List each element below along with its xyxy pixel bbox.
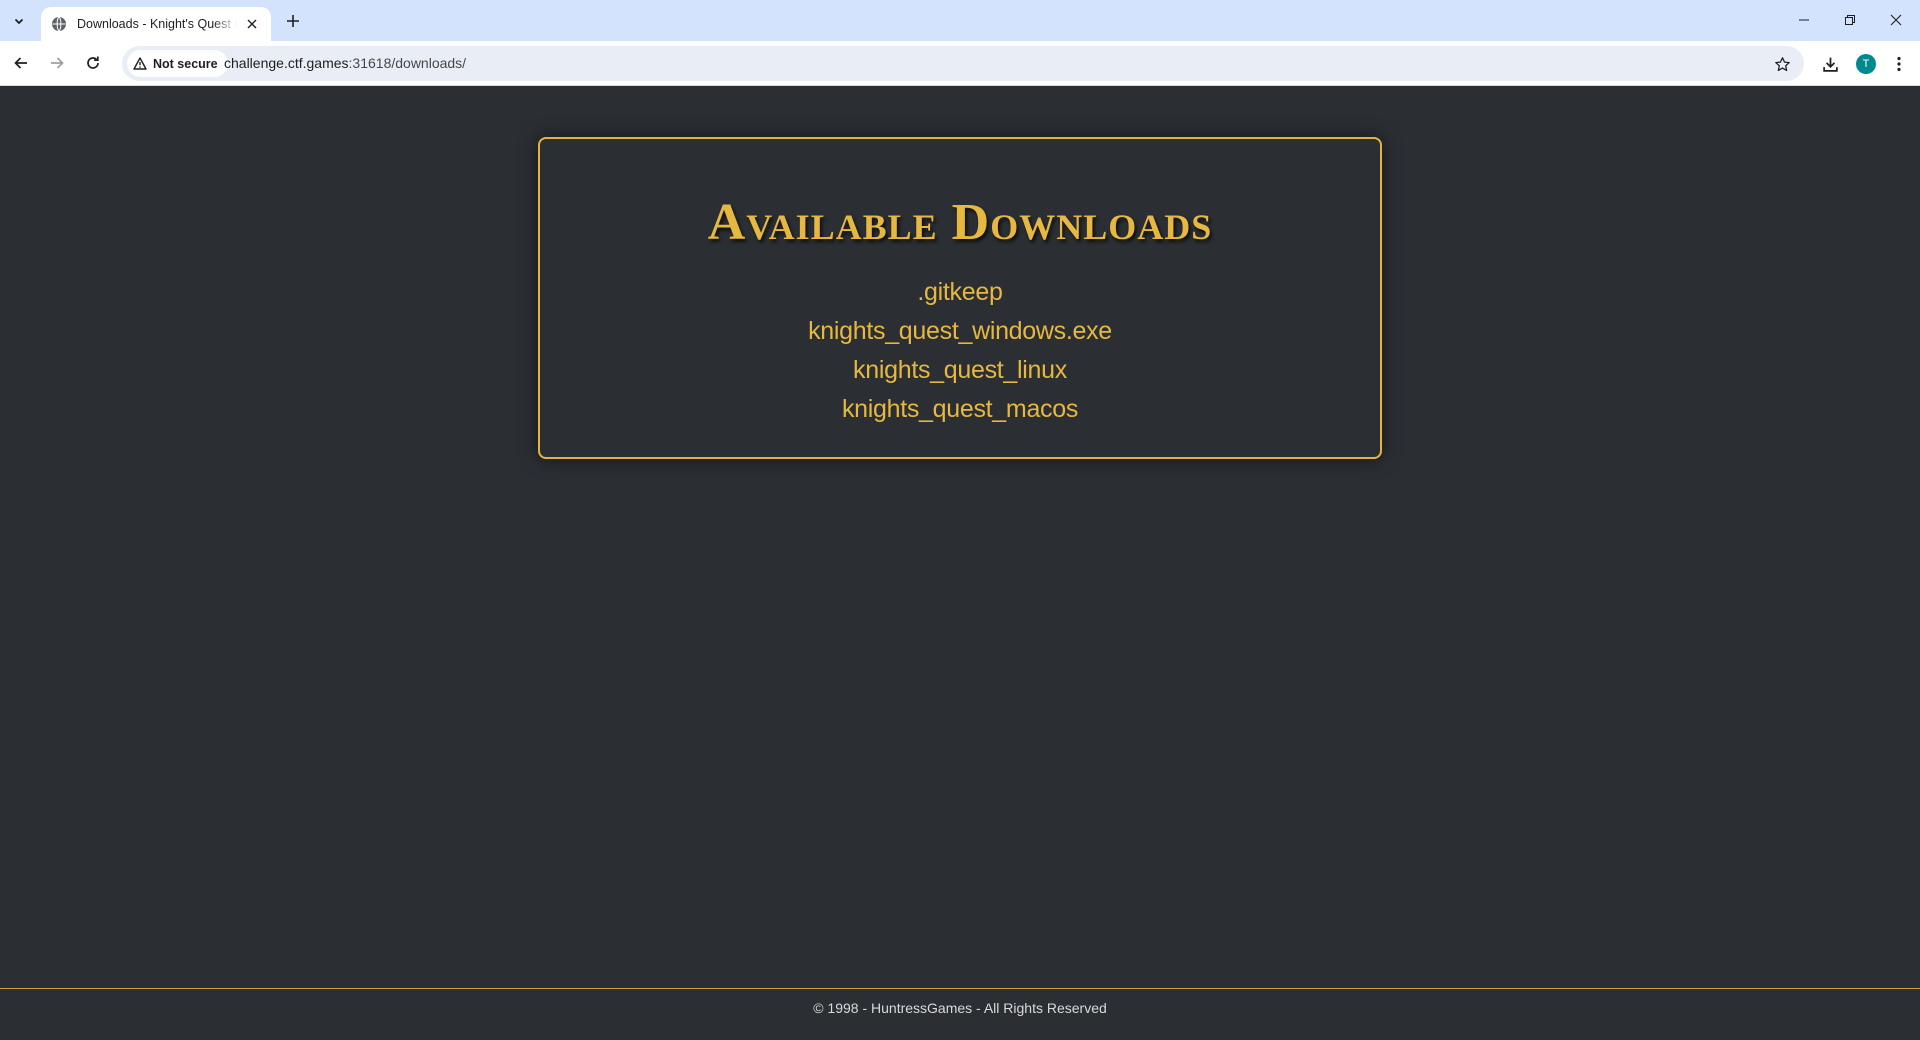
tab-title: Downloads - Knight's Quest CTF [77,17,237,31]
download-link-linux[interactable]: knights_quest_linux [853,356,1067,384]
bookmark-button[interactable] [1770,52,1794,76]
list-item: knights_quest_macos [540,390,1380,429]
new-tab-button[interactable] [281,9,305,33]
security-label: Not secure [153,56,218,71]
forward-button[interactable] [42,48,72,78]
list-item: .gitkeep [540,273,1380,312]
page-footer: © 1998 - HuntressGames - All Rights Rese… [0,988,1920,1040]
close-icon [1890,14,1902,26]
address-bar[interactable]: Not secure challenge.ctf.games:31618/dow… [122,46,1804,81]
warning-icon [133,57,147,70]
security-indicator[interactable]: Not secure [127,50,228,77]
list-item: knights_quest_linux [540,351,1380,390]
page-title: Available Downloads [707,194,1213,251]
download-link-macos[interactable]: knights_quest_macos [842,395,1078,423]
browser-toolbar: Not secure challenge.ctf.games:31618/dow… [0,41,1920,86]
minimize-button[interactable] [1780,0,1828,40]
url-path: :31618/downloads/ [348,55,467,71]
list-item: knights_quest_windows.exe [540,312,1380,351]
downloads-button[interactable] [1815,49,1845,79]
active-tab[interactable]: Downloads - Knight's Quest CTF [41,7,271,41]
back-arrow-icon [14,57,27,69]
downloads-panel: Available Downloads .gitkeep knights_que… [538,137,1382,459]
download-icon [1822,57,1838,72]
copyright-text: © 1998 - HuntressGames - All Rights Rese… [813,1000,1107,1016]
chevron-down-icon [14,18,24,25]
tab-strip: Downloads - Knight's Quest CTF [0,0,1920,41]
tab-search-button[interactable] [7,9,31,33]
globe-icon [51,16,67,32]
close-icon [247,19,257,29]
restore-button[interactable] [1826,0,1874,40]
close-tab-button[interactable] [243,15,261,33]
star-icon [1774,56,1790,71]
back-button[interactable] [6,48,36,78]
download-list: .gitkeep knights_quest_windows.exe knigh… [540,273,1380,429]
minimize-icon [1799,19,1809,21]
url-text[interactable]: challenge.ctf.games:31618/downloads/ [224,46,466,81]
reload-icon [87,56,99,69]
reload-button[interactable] [78,48,108,78]
forward-arrow-icon [51,57,64,69]
profile-button[interactable]: T [1851,49,1881,79]
kebab-menu-icon [1897,56,1901,72]
url-host: challenge.ctf.games [224,55,349,71]
download-link-windows[interactable]: knights_quest_windows.exe [808,317,1112,345]
download-link-gitkeep[interactable]: .gitkeep [917,278,1002,306]
close-window-button[interactable] [1872,0,1920,40]
plus-icon [287,15,299,27]
browser-menu-button[interactable] [1884,49,1914,79]
avatar: T [1856,54,1876,74]
restore-icon [1845,15,1855,25]
page-content: Available Downloads .gitkeep knights_que… [0,87,1920,1040]
